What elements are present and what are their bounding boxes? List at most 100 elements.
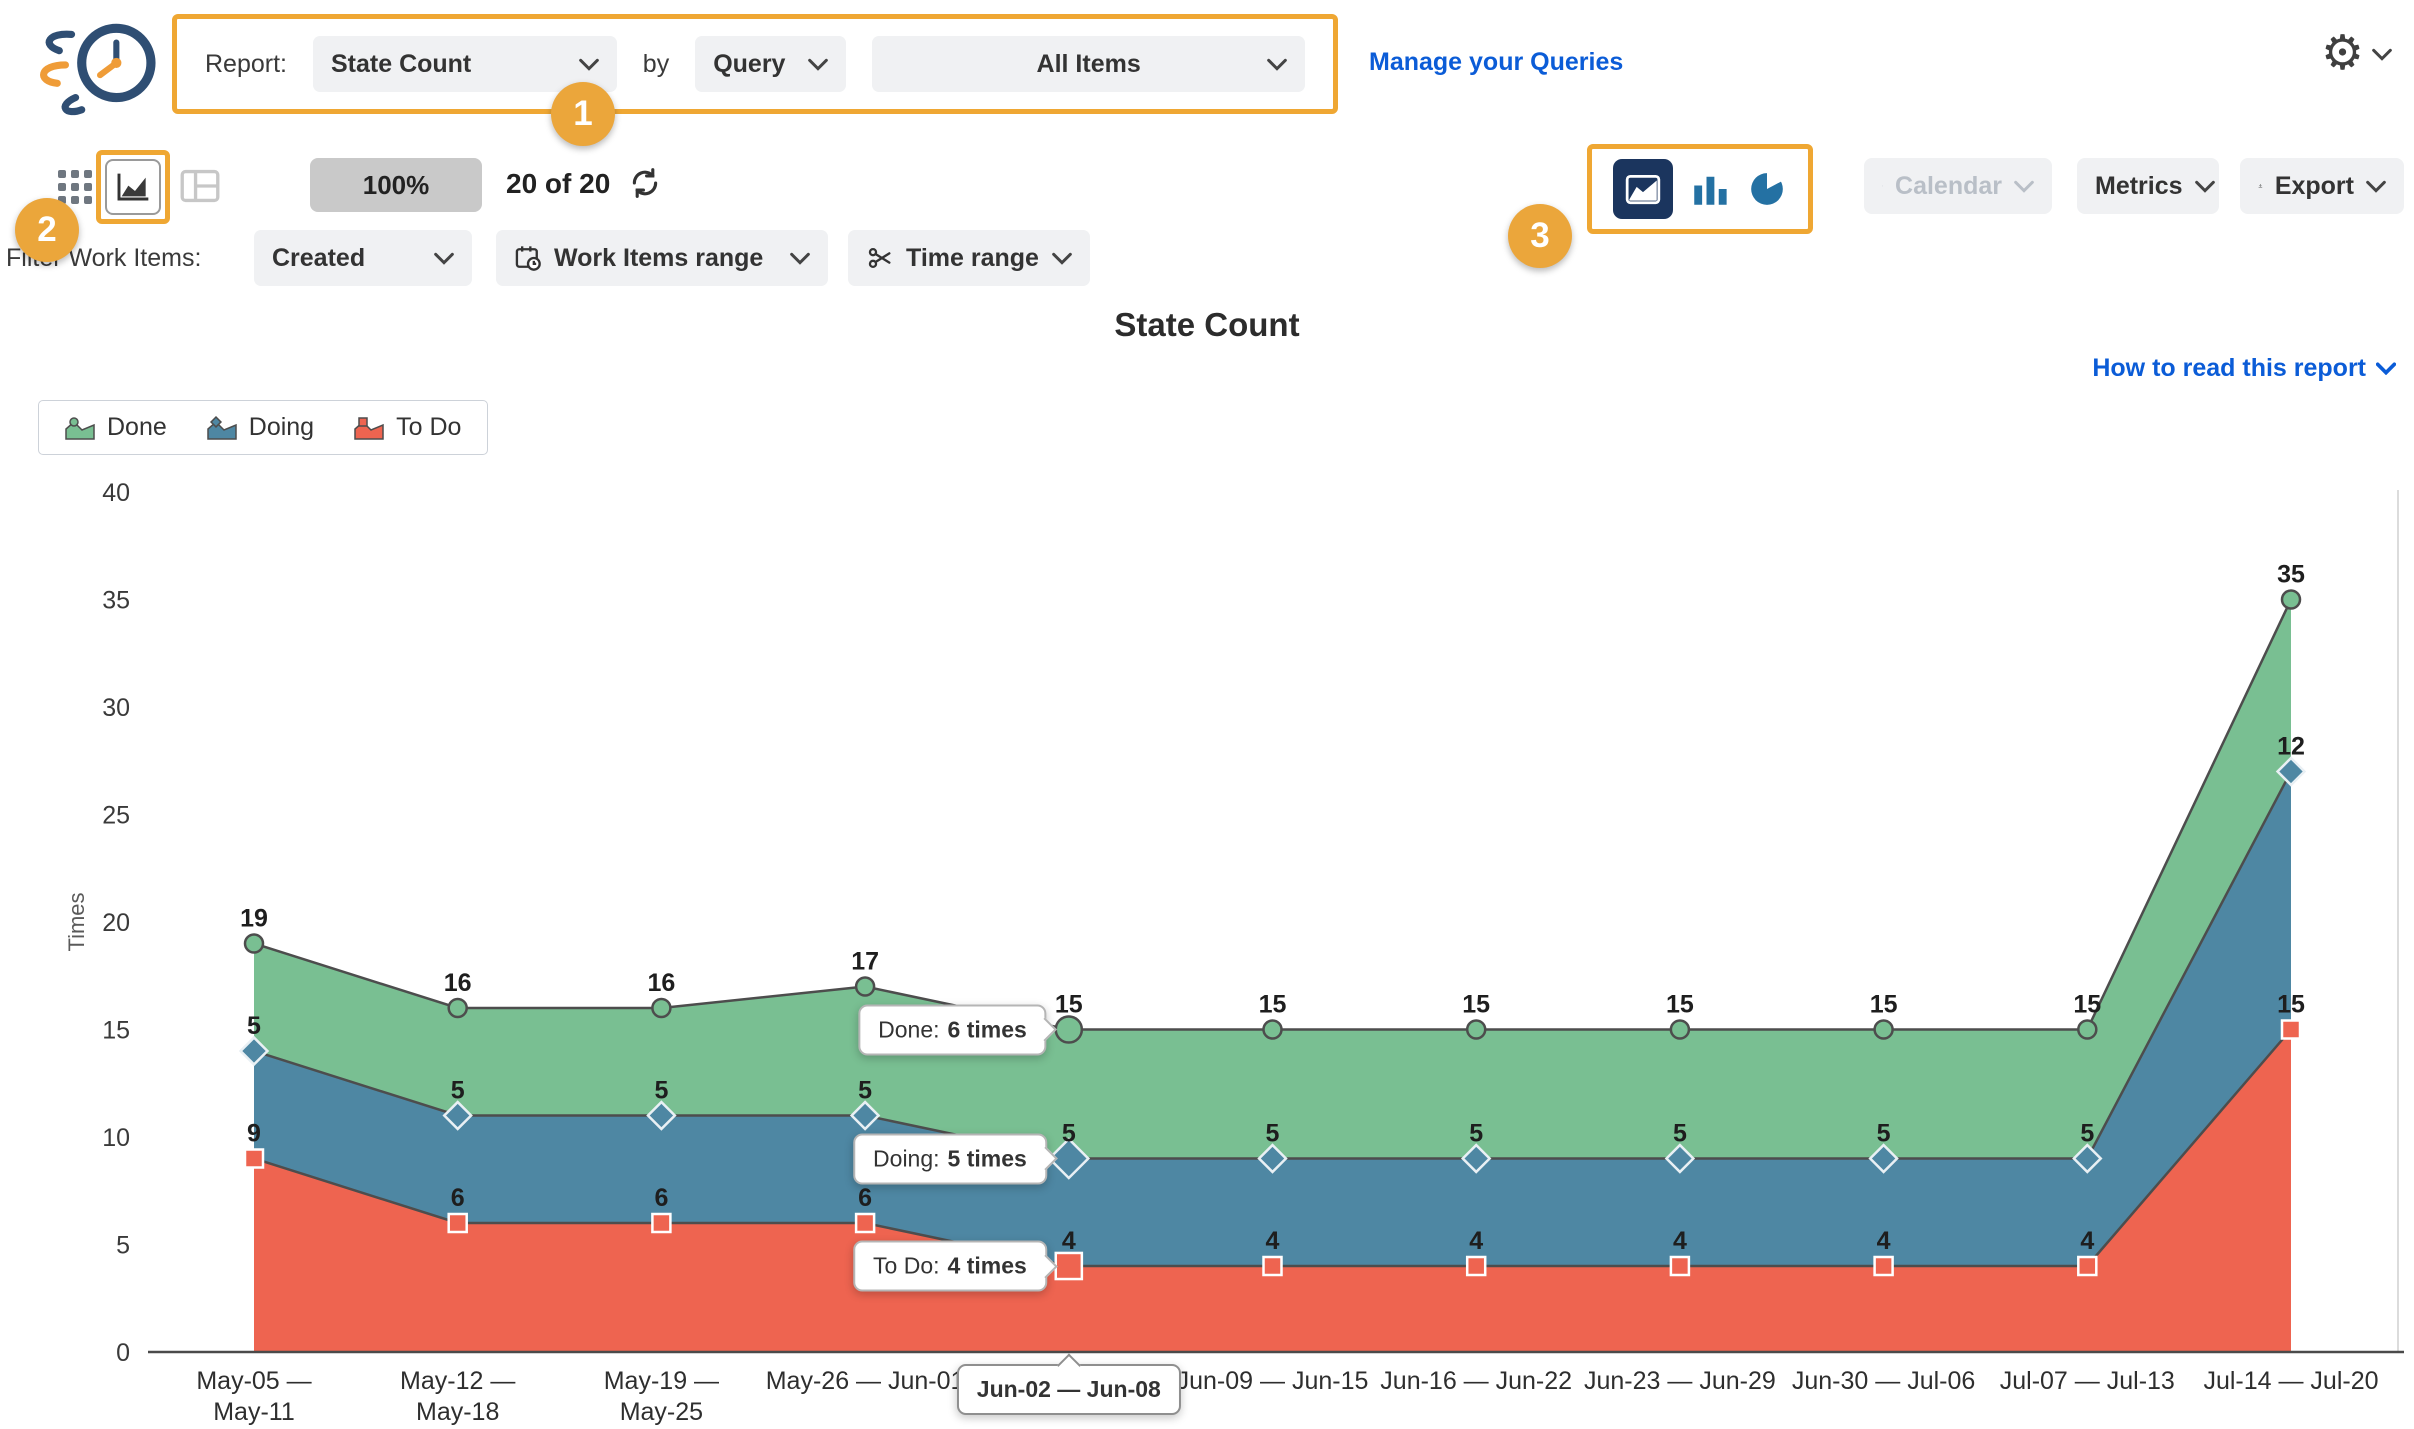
x-axis-label: Jul-14 — Jul-20 (2181, 1366, 2401, 1397)
query-select[interactable]: Query (695, 36, 846, 92)
items-select[interactable]: All Items (872, 36, 1305, 92)
created-select[interactable]: Created (254, 230, 472, 286)
legend-item-doing[interactable]: Doing (207, 413, 314, 442)
value-label-todo: 4 (1266, 1227, 1280, 1255)
marker-todo[interactable] (1875, 1257, 1893, 1275)
chevron-down-icon (2195, 180, 2215, 193)
value-label-doing: 5 (858, 1077, 872, 1105)
work-items-range-select[interactable]: Work Items range (496, 230, 828, 286)
legend-label: Doing (249, 413, 314, 442)
marker-done[interactable] (1671, 1021, 1689, 1039)
zoom-level-button[interactable]: 100% (310, 158, 482, 212)
settings-button[interactable]: ⚙ (2321, 30, 2392, 78)
marker-done[interactable] (2078, 1021, 2096, 1039)
tooltip-todo: To Do:4 times (853, 1241, 1047, 1292)
value-label-total: 15 (1055, 991, 1083, 1019)
y-tick-label: 0 (116, 1339, 130, 1367)
chevron-down-icon (2366, 180, 2386, 193)
chevron-down-icon (2014, 180, 2034, 193)
download-icon (2258, 173, 2263, 199)
marker-todo[interactable] (245, 1150, 263, 1168)
chevron-down-icon (790, 252, 810, 265)
chart-view-button[interactable] (105, 159, 161, 215)
marker-todo[interactable] (856, 1214, 874, 1232)
marker-done[interactable] (1467, 1021, 1485, 1039)
value-label-doing: 5 (1062, 1120, 1076, 1148)
value-label-doing: 5 (247, 1012, 261, 1040)
chevron-down-icon (579, 58, 599, 71)
tooltip-doing: Doing:5 times (853, 1133, 1047, 1184)
chevron-down-icon (1052, 252, 1072, 265)
marker-todo[interactable] (449, 1214, 467, 1232)
time-range-select[interactable]: Time range (848, 230, 1090, 286)
value-label-total: 15 (1666, 991, 1694, 1019)
value-label-todo: 15 (2277, 991, 2305, 1019)
export-button-label: Export (2275, 172, 2354, 201)
grid-view-button[interactable] (58, 170, 92, 204)
calendar-button-label: Calendar (1895, 172, 2002, 201)
page-title: State Count (0, 306, 2414, 344)
x-axis-label: May-05 — May-11 (170, 1366, 338, 1429)
marker-done[interactable] (856, 978, 874, 996)
step-badge-2: 2 (15, 198, 79, 262)
marker-todo[interactable] (652, 1214, 670, 1232)
legend-swatch (354, 416, 384, 440)
pie-chart-icon (1747, 169, 1787, 209)
value-label-total: 16 (444, 969, 472, 997)
marker-todo[interactable] (1264, 1257, 1282, 1275)
tooltip-label: Done: (878, 1016, 939, 1042)
app-logo (30, 12, 164, 124)
how-to-read-label: How to read this report (2092, 354, 2366, 383)
legend-item-done[interactable]: Done (65, 413, 167, 442)
marker-done[interactable] (1875, 1021, 1893, 1039)
chart-legend: Done Doing To Do (38, 400, 488, 455)
area-chart-type-button[interactable] (1613, 159, 1673, 219)
x-axis-label: Jun-30 — Jul-06 (1774, 1366, 1994, 1397)
marker-todo[interactable] (2282, 1021, 2300, 1039)
bar-chart-type-button[interactable] (1689, 168, 1731, 210)
how-to-read-link[interactable]: How to read this report (2092, 354, 2396, 383)
state-count-chart[interactable]: 0510152025303540Times1959165616561756155… (0, 470, 2414, 1422)
value-label-total: 15 (2073, 991, 2101, 1019)
chevron-down-icon (2376, 362, 2396, 375)
manage-queries-link[interactable]: Manage your Queries (1369, 48, 1623, 77)
value-label-todo: 6 (858, 1184, 872, 1212)
marker-done[interactable] (1264, 1021, 1282, 1039)
area-chart-icon (1624, 171, 1662, 207)
y-tick-label: 15 (102, 1017, 130, 1045)
marker-done[interactable] (449, 999, 467, 1017)
y-tick-label: 5 (116, 1232, 130, 1260)
calendar-button[interactable]: Calendar (1864, 158, 2052, 214)
refresh-button[interactable] (628, 166, 662, 205)
marker-done[interactable] (2282, 591, 2300, 609)
x-axis-label: Jun-23 — Jun-29 (1570, 1366, 1790, 1397)
marker-todo[interactable] (2078, 1257, 2096, 1275)
marker-todo[interactable] (1056, 1253, 1082, 1279)
card-view-button[interactable] (180, 168, 220, 209)
calendar-icon (1882, 172, 1883, 200)
query-select-value: Query (713, 50, 785, 79)
y-tick-label: 25 (102, 802, 130, 830)
value-label-total: 15 (1870, 991, 1898, 1019)
x-axis-label: May-19 — May-25 (577, 1366, 745, 1429)
value-label-todo: 4 (1877, 1227, 1891, 1255)
value-label-doing: 5 (1469, 1120, 1483, 1148)
marker-todo[interactable] (1467, 1257, 1485, 1275)
legend-label: To Do (396, 413, 461, 442)
chevron-down-icon (808, 58, 828, 71)
tooltip-value: 6 times (948, 1016, 1027, 1042)
y-tick-label: 35 (102, 587, 130, 615)
y-axis-title: Times (64, 892, 89, 951)
chevron-down-icon (2372, 48, 2392, 61)
export-button[interactable]: Export (2240, 158, 2404, 214)
marker-todo[interactable] (1671, 1257, 1689, 1275)
marker-done[interactable] (1056, 1016, 1082, 1042)
legend-item-to-do[interactable]: To Do (354, 413, 461, 442)
marker-done[interactable] (652, 999, 670, 1017)
pie-chart-type-button[interactable] (1747, 169, 1787, 209)
clock-logo-icon (30, 12, 164, 124)
x-axis-label: Jun-09 — Jun-15 (1163, 1366, 1383, 1397)
marker-done[interactable] (245, 935, 263, 953)
metrics-button[interactable]: Metrics (2077, 158, 2219, 214)
legend-swatch (207, 416, 237, 440)
